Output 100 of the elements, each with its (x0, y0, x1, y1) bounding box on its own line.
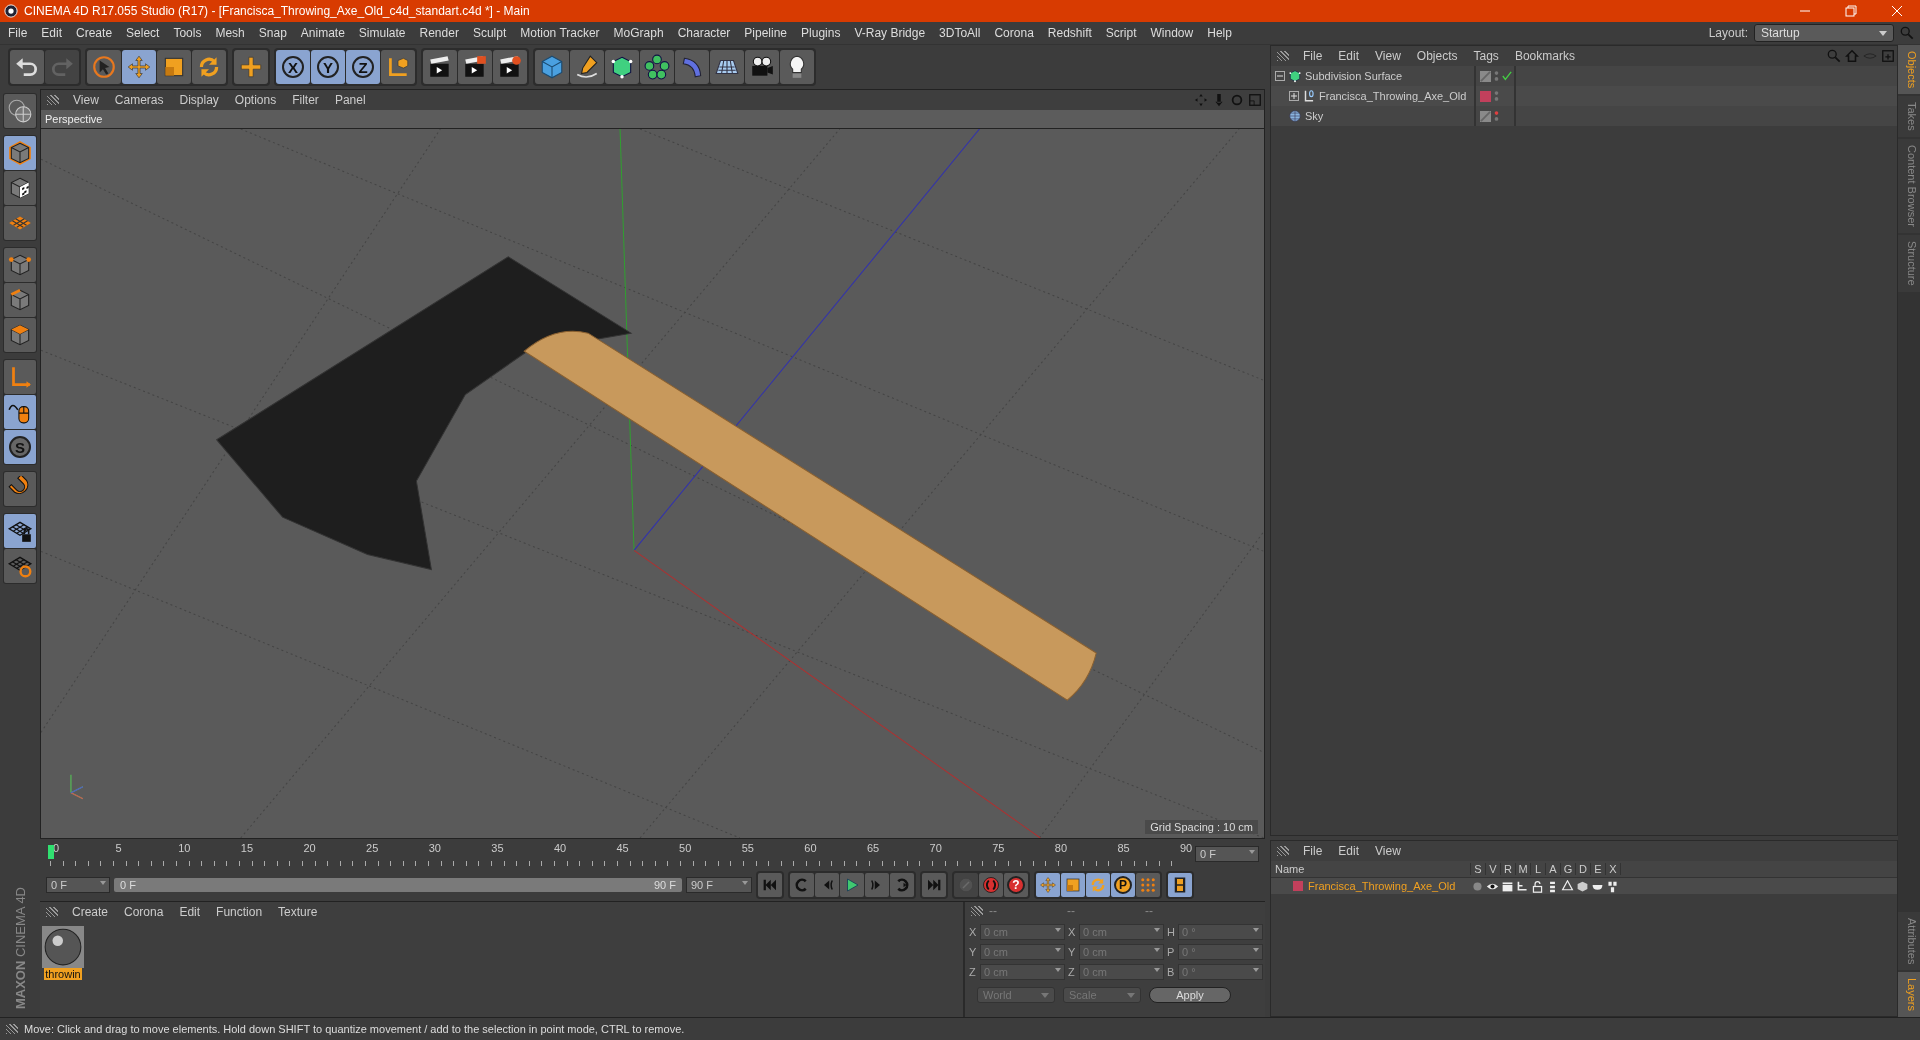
column-header[interactable]: G (1561, 863, 1576, 875)
menu-item[interactable]: Animate (293, 26, 352, 40)
object-name[interactable]: Sky (1305, 110, 1324, 122)
edges-mode-button[interactable] (4, 283, 36, 317)
render-settings-button[interactable] (493, 50, 527, 84)
menu-item[interactable]: Motion Tracker (513, 26, 607, 40)
menu-item[interactable]: Select (119, 26, 167, 40)
next-frame-button[interactable] (865, 873, 889, 897)
grip-icon[interactable] (47, 95, 59, 105)
select-tool-button[interactable] (87, 50, 121, 84)
column-header[interactable]: E (1591, 863, 1606, 875)
objects-menu-item[interactable]: Objects (1408, 49, 1466, 63)
cube-button[interactable] (535, 50, 569, 84)
current-frame-field[interactable]: 0 F (1195, 846, 1259, 862)
objects-menu-item[interactable]: Tags (1465, 49, 1507, 63)
pyramid-icon[interactable] (1561, 879, 1574, 893)
solo-dot-icon[interactable] (1471, 879, 1484, 893)
viewport-menu-item[interactable]: Filter (284, 93, 327, 107)
column-header[interactable]: S (1471, 863, 1486, 875)
clapper-icon[interactable] (1501, 879, 1514, 893)
hierarchy-icon[interactable] (1516, 879, 1529, 893)
layer-color-swatch[interactable] (1480, 90, 1491, 102)
undo-button[interactable] (10, 50, 44, 84)
menu-item[interactable]: Redshift (1040, 26, 1099, 40)
expand-icon[interactable] (1289, 91, 1299, 101)
visibility-dots-icon[interactable] (1494, 110, 1499, 122)
menu-item[interactable]: Edit (34, 26, 70, 40)
tweak-mode-button[interactable] (4, 395, 36, 429)
deformer-button[interactable] (675, 50, 709, 84)
viewport-menu-item[interactable]: View (65, 93, 107, 107)
menu-item[interactable]: Sculpt (465, 26, 514, 40)
menu-item[interactable]: Pipeline (737, 26, 795, 40)
grid-lock-button[interactable] (4, 514, 36, 548)
previous-key-button[interactable] (790, 873, 814, 897)
grip-icon[interactable] (1277, 51, 1289, 61)
collapse-icon[interactable] (1275, 71, 1285, 81)
menu-item[interactable]: V-Ray Bridge (847, 26, 933, 40)
menu-item[interactable]: Snap (251, 26, 294, 40)
cube-icon[interactable] (1576, 879, 1589, 893)
polygons-mode-button[interactable] (4, 318, 36, 352)
point-level-button[interactable] (1136, 873, 1160, 897)
model-mode-button[interactable] (4, 136, 36, 170)
xpresso-icon[interactable] (1606, 879, 1619, 893)
viewport-menu-item[interactable]: Display (171, 93, 227, 107)
menu-item[interactable]: Window (1143, 26, 1201, 40)
magnet-button[interactable] (4, 472, 36, 506)
menu-item[interactable]: Corona (987, 26, 1041, 40)
move-tool-button[interactable] (122, 50, 156, 84)
menu-item[interactable]: Help (1200, 26, 1239, 40)
enabled-check-icon[interactable] (1502, 71, 1512, 81)
render-button[interactable] (458, 50, 492, 84)
render-view-button[interactable] (423, 50, 457, 84)
axis-lock-button[interactable]: Y (311, 50, 345, 84)
subdivision-button[interactable] (605, 50, 639, 84)
make-editable-button[interactable] (4, 94, 36, 128)
menu-item[interactable]: File (0, 26, 35, 40)
workplane-mode-button[interactable] (4, 206, 36, 240)
axis-lock-button[interactable]: Z (346, 50, 380, 84)
menu-item[interactable]: Simulate (351, 26, 413, 40)
object-name[interactable]: Subdivision Surface (1305, 70, 1403, 82)
previous-frame-button[interactable] (815, 873, 839, 897)
column-header[interactable]: R (1501, 863, 1516, 875)
timeline-button[interactable] (1168, 873, 1192, 897)
menu-item[interactable]: Plugins (794, 26, 848, 40)
objects-menu-item[interactable]: File (1295, 49, 1331, 63)
side-tab[interactable]: Objects (1898, 45, 1920, 95)
material-menu-item[interactable]: Function (208, 905, 271, 919)
coordinate-system-button[interactable] (381, 50, 415, 84)
material-menu-item[interactable]: Edit (171, 905, 209, 919)
no-layer-icon[interactable] (1480, 70, 1491, 82)
grip-icon[interactable] (6, 1024, 18, 1034)
points-mode-button[interactable] (4, 248, 36, 282)
layer-name[interactable]: Francisca_Throwing_Axe_Old (1308, 880, 1456, 892)
rotate-tool-button[interactable] (192, 50, 226, 84)
viewport-menu-item[interactable]: Panel (326, 93, 374, 107)
camera-button[interactable] (745, 50, 779, 84)
column-header[interactable]: Name (1271, 863, 1471, 875)
texture-mode-button[interactable] (4, 171, 36, 205)
viewport-menu-item[interactable]: Options (226, 93, 285, 107)
menu-item[interactable]: Render (412, 26, 466, 40)
floor-button[interactable] (710, 50, 744, 84)
layers-menu-item[interactable]: File (1295, 844, 1331, 858)
menu-item[interactable]: Create (69, 26, 120, 40)
autokey-button[interactable]: ? (1004, 873, 1028, 897)
material-preview-icon[interactable] (42, 926, 84, 968)
transform-tool-button[interactable] (234, 50, 268, 84)
layer-color-swatch[interactable] (1293, 881, 1303, 891)
menu-item[interactable]: Script (1098, 26, 1144, 40)
grip-icon[interactable] (1277, 846, 1289, 856)
menu-item[interactable]: Mesh (208, 26, 252, 40)
menu-item[interactable]: MoGraph (606, 26, 671, 40)
no-layer-icon[interactable] (1480, 110, 1491, 122)
material-menu-item[interactable]: Texture (270, 905, 326, 919)
grid-rotate-button[interactable] (4, 549, 36, 583)
layout-dropdown[interactable]: Startup (1754, 24, 1894, 42)
objects-menu-item[interactable]: Edit (1330, 49, 1368, 63)
lock-icon[interactable] (1531, 879, 1544, 893)
layers-menu-item[interactable]: View (1367, 844, 1409, 858)
scale-tool-button[interactable] (157, 50, 191, 84)
parameter-key-button[interactable]: P (1111, 873, 1135, 897)
